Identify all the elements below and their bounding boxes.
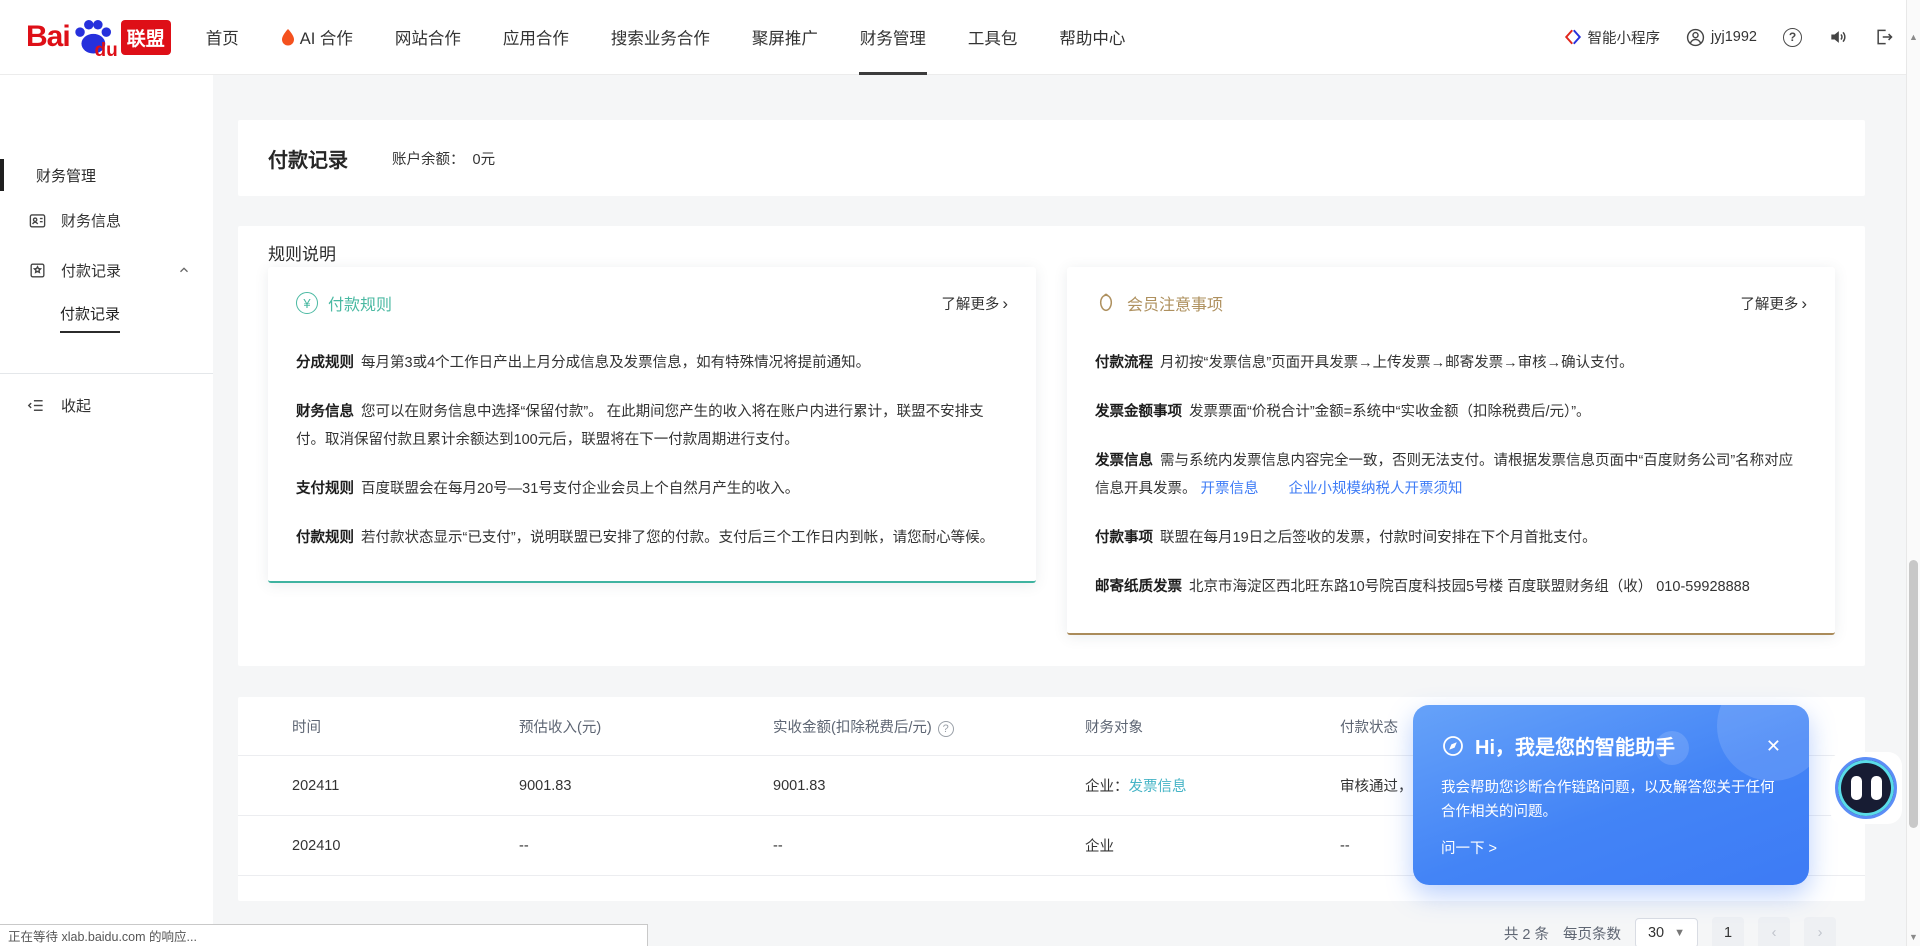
invoice-info-table-link[interactable]: 发票信息 [1129, 779, 1187, 795]
cell-actual: -- [773, 838, 1085, 854]
assistant-title: Hi，我是您的智能助手 [1475, 731, 1675, 760]
page-header-card: 付款记录 账户余额：0元 [238, 120, 1865, 196]
mini-program-icon [1564, 28, 1582, 46]
collapse-icon [26, 396, 45, 415]
col-header-finance-object: 财务对象 [1085, 716, 1340, 737]
nav-item-juping[interactable]: 聚屏推广 [731, 0, 839, 75]
payment-rules-title: 付款规则 [328, 291, 392, 315]
compass-icon [1441, 734, 1465, 758]
bell-icon [1095, 292, 1117, 314]
sidebar: 财务管理 财务信息 付款记录 [0, 75, 213, 946]
finance-info-icon [28, 211, 47, 230]
cell-finance-object: 企业 [1085, 835, 1340, 856]
ask-now-link[interactable]: 问一下 > [1441, 837, 1781, 858]
member-notes-title: 会员注意事项 [1127, 291, 1223, 315]
nav-item-help-center[interactable]: 帮助中心 [1038, 0, 1146, 75]
robot-face-icon [1835, 757, 1897, 819]
scroll-down-arrow[interactable]: ▼ [1907, 932, 1920, 942]
close-icon[interactable]: ✕ [1766, 737, 1781, 755]
rule-paragraph: 支付规则百度联盟会在每月20号—31号支付企业会员上个自然月产生的收入。 [296, 475, 1008, 503]
flame-icon [281, 29, 295, 46]
browser-status-bar: 正在等待 xlab.baidu.com 的响应... [0, 924, 648, 946]
nav-item-app[interactable]: 应用合作 [482, 0, 590, 75]
sidebar-item-payment-records[interactable]: 付款记录 [0, 245, 213, 295]
account-balance: 账户余额：0元 [392, 148, 495, 169]
page-size-label: 每页条数 [1563, 923, 1621, 944]
cell-actual: 9001.83 [773, 778, 1085, 794]
nav-item-toolkit[interactable]: 工具包 [947, 0, 1039, 75]
user-icon [1686, 28, 1705, 47]
note-paragraph: 付款事项联盟在每月19日之后签收的发票，付款时间安排在下个月首批支付。 [1095, 524, 1807, 552]
col-header-actual: 实收金额(扣除税费后/元)? [773, 716, 1085, 737]
member-notes-more-link[interactable]: 了解更多› [1740, 293, 1807, 314]
scrollbar-thumb[interactable] [1909, 560, 1918, 828]
vertical-scrollbar[interactable]: ▲ ▼ [1906, 0, 1920, 946]
chevron-up-icon[interactable] [177, 263, 191, 277]
cell-finance-object: 企业：发票信息 [1085, 775, 1340, 796]
sidebar-item-finance-info[interactable]: 财务信息 [0, 195, 213, 245]
mini-program-entry[interactable]: 智能小程序 [1564, 27, 1661, 48]
payment-records-icon [28, 261, 47, 280]
baidu-paw-icon: du [72, 16, 114, 58]
cell-estimated: -- [519, 838, 773, 854]
user-account[interactable]: jyj1992 [1686, 28, 1757, 47]
rules-section-title: 规则说明 [268, 243, 1835, 267]
note-paragraph: 付款流程月初按“发票信息”页面开具发票→上传发票→邮寄发票→审核→确认支付。 [1095, 349, 1807, 377]
prev-page-button[interactable]: ‹ [1758, 917, 1790, 946]
main-nav: 首页 AI 合作 网站合作 应用合作 搜索业务合作 聚屏推广 财务管理 工具包 … [185, 0, 1147, 75]
rules-card: 规则说明 ¥ 付款规则 了解更多› 分成规则每月第3或4个工作日产出上月分成信息… [238, 226, 1865, 666]
rule-paragraph: 付款规则若付款状态显示“已支付”，说明联盟已安排了您的付款。支付后三个工作日内到… [296, 524, 1008, 552]
assistant-avatar[interactable] [1830, 752, 1902, 824]
sidebar-subitem-payment-records[interactable]: 付款记录 [0, 295, 213, 341]
next-page-button[interactable]: › [1804, 917, 1836, 946]
total-count: 共 2 条 [1504, 923, 1549, 944]
help-icon[interactable]: ? [1783, 28, 1802, 47]
payment-rules-more-link[interactable]: 了解更多› [941, 293, 1008, 314]
cell-estimated: 9001.83 [519, 778, 773, 794]
yen-coin-icon: ¥ [296, 292, 318, 314]
nav-item-search-biz[interactable]: 搜索业务合作 [590, 0, 731, 75]
assistant-message: 我会帮助您诊断合作链路问题，以及解答您关于任何合作相关的问题。 [1441, 776, 1777, 824]
note-paragraph: 邮寄纸质发票北京市海淀区西北旺东路10号院百度科技园5号楼 百度联盟财务组（收）… [1095, 573, 1807, 601]
sidebar-section-finance[interactable]: 财务管理 [0, 155, 213, 195]
nav-item-finance[interactable]: 财务管理 [839, 0, 947, 75]
payment-rules-card: ¥ 付款规则 了解更多› 分成规则每月第3或4个工作日产出上月分成信息及发票信息… [268, 267, 1036, 583]
note-paragraph: 发票金额事项发票票面“价税合计”金额=系统中“实收金额（扣除税费后/元）”。 [1095, 398, 1807, 426]
nav-item-ai[interactable]: AI 合作 [260, 0, 374, 75]
member-notes-card: 会员注意事项 了解更多› 付款流程月初按“发票信息”页面开具发票→上传发票→邮寄… [1067, 267, 1835, 635]
balance-value: 0元 [473, 152, 496, 168]
baidu-union-logo[interactable]: Bai du 联盟 [26, 16, 171, 58]
logo-text-bai: Bai [26, 20, 70, 54]
col-header-estimated: 预估收入(元) [519, 716, 773, 737]
sidebar-divider [0, 373, 213, 374]
cell-time: 202411 [292, 778, 519, 794]
logo-text-du: du [94, 40, 117, 62]
small-taxpayer-notice-link[interactable]: 企业小规模纳税人开票须知 [1289, 481, 1463, 497]
page-size-select[interactable]: 30▼ [1635, 918, 1698, 946]
navbar-right: 智能小程序 jyj1992 ? [1564, 27, 1894, 48]
sound-icon[interactable] [1828, 27, 1848, 47]
page-number-button[interactable]: 1 [1712, 917, 1744, 946]
chevron-down-icon: ▼ [1674, 927, 1685, 939]
assistant-popup: Hi，我是您的智能助手 ✕ 我会帮助您诊断合作链路问题，以及解答您关于任何合作相… [1413, 705, 1809, 885]
col-header-time: 时间 [292, 716, 519, 737]
column-help-icon[interactable]: ? [938, 721, 954, 737]
nav-item-website[interactable]: 网站合作 [374, 0, 482, 75]
logo-text-union: 联盟 [121, 20, 171, 55]
note-paragraph: 发票信息需与系统内发票信息内容完全一致，否则无法支付。请根据发票信息页面中“百度… [1095, 447, 1807, 503]
sidebar-collapse-button[interactable]: 收起 [0, 380, 213, 430]
cell-time: 202410 [292, 838, 519, 854]
rule-paragraph: 财务信息您可以在财务信息中选择“保留付款”。 在此期间您产生的收入将在账户内进行… [296, 398, 1008, 454]
scroll-up-arrow[interactable]: ▲ [1907, 32, 1920, 42]
rule-paragraph: 分成规则每月第3或4个工作日产出上月分成信息及发票信息，如有特殊情况将提前通知。 [296, 349, 1008, 377]
logout-icon[interactable] [1874, 27, 1894, 47]
nav-item-home[interactable]: 首页 [185, 0, 260, 75]
page-title: 付款记录 [268, 144, 348, 173]
top-navbar: Bai du 联盟 首页 AI 合作 网站合作 应用合作 搜索业务合作 聚屏推广… [0, 0, 1920, 75]
invoice-info-link[interactable]: 开票信息 [1201, 481, 1259, 497]
